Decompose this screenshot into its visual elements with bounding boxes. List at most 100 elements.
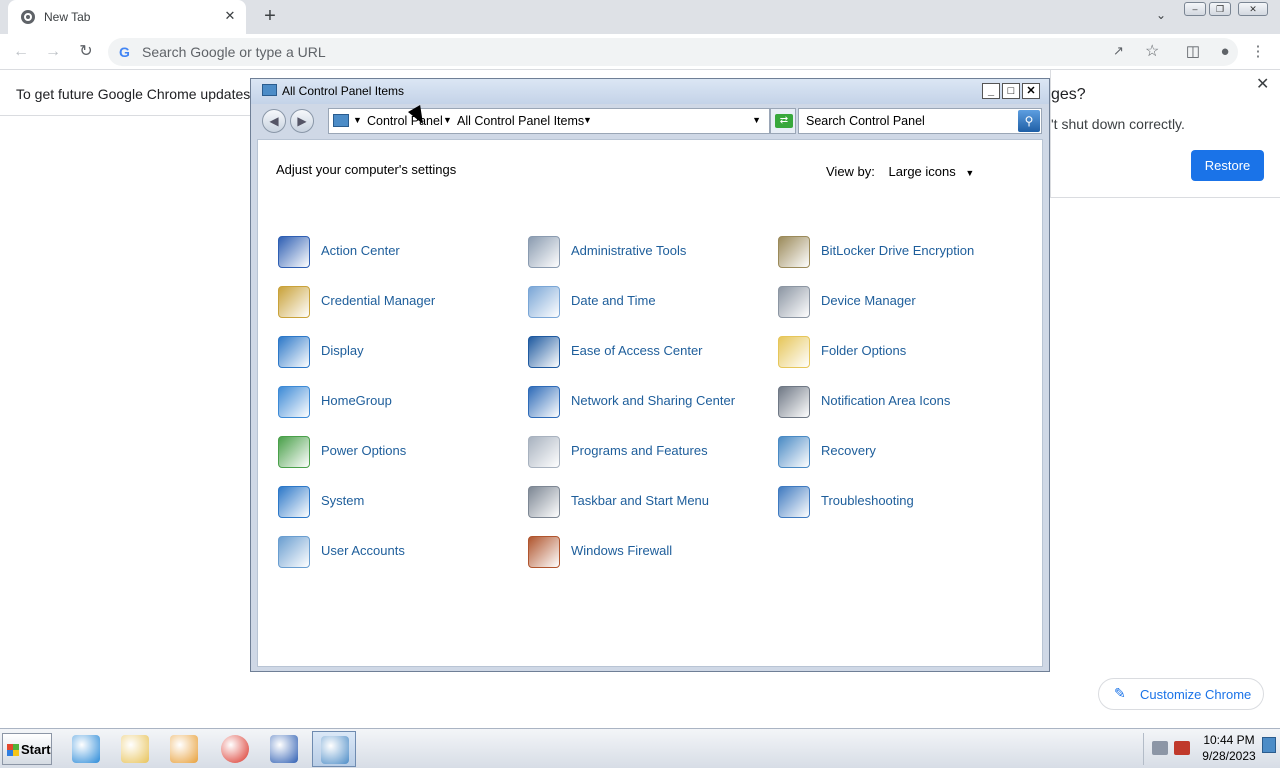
cp-item[interactable]: Recovery — [778, 432, 1018, 472]
browser-toolbar: ← → ↻ G Search Google or type a URL ↗ ☆ … — [0, 34, 1280, 70]
cp-forward-icon[interactable]: ▶ — [290, 109, 314, 133]
cp-item[interactable]: Credential Manager — [278, 282, 518, 322]
history-dropdown-icon[interactable]: ▼ — [752, 115, 761, 125]
control-panel-title-icon — [262, 84, 277, 96]
window-title: All Control Panel Items — [282, 84, 405, 98]
start-button[interactable]: Start — [2, 733, 52, 765]
cp-item-label: Ease of Access Center — [571, 343, 703, 358]
restore-window-button[interactable]: ❐ — [1209, 2, 1231, 16]
close-window-button[interactable]: ✕ — [1238, 2, 1268, 16]
customize-chrome-label: Customize Chrome — [1140, 687, 1252, 702]
tray-clock[interactable]: 10:44 PM 9/28/2023 — [1196, 732, 1262, 764]
control-panel-content: Adjust your computer's settings View by:… — [257, 139, 1043, 667]
control-panel-icon — [321, 736, 349, 764]
taskbar-app-button[interactable] — [64, 731, 108, 767]
cp-item-label: Credential Manager — [321, 293, 436, 308]
reload-icon[interactable]: ↻ — [75, 41, 97, 63]
cp-item[interactable]: Display — [278, 332, 518, 372]
cp-item[interactable]: Date and Time — [528, 282, 768, 322]
breadcrumb[interactable]: ▼ Control Panel ▼ All Control Panel Item… — [328, 108, 770, 134]
pencil-icon: ✎ — [1114, 685, 1126, 701]
show-desktop-button[interactable] — [1262, 737, 1276, 753]
crumb-chevron-icon[interactable]: ▼ — [583, 115, 592, 125]
cp-item[interactable]: Device Manager — [778, 282, 1018, 322]
bookmark-star-icon[interactable]: ☆ — [1145, 41, 1159, 61]
side-panel-icon[interactable]: ◫ — [1183, 42, 1203, 62]
tab-new-tab[interactable]: New Tab ✕ — [8, 0, 246, 34]
minimize-button[interactable]: – — [1184, 2, 1206, 16]
crumb-chevron-icon[interactable]: ▼ — [353, 115, 362, 125]
cp-item[interactable]: Ease of Access Center — [528, 332, 768, 372]
taskbar-app-button[interactable] — [162, 731, 206, 767]
forward-arrow-icon[interactable]: → — [42, 41, 64, 63]
cp-minimize-button[interactable]: _ — [982, 83, 1000, 99]
cp-item-label: Network and Sharing Center — [571, 393, 736, 408]
cp-back-icon[interactable]: ◀ — [262, 109, 286, 133]
menu-kebab-icon[interactable]: ⋮ — [1248, 42, 1268, 62]
taskbar-app-button[interactable] — [213, 731, 257, 767]
ease-of-access-icon — [528, 336, 560, 368]
display-icon — [278, 336, 310, 368]
search-control-panel-input[interactable]: Search Control Panel ⚲ — [798, 108, 1042, 134]
cp-item-label: Display — [321, 343, 364, 358]
cp-item[interactable]: Power Options — [278, 432, 518, 472]
bitlocker-icon — [778, 236, 810, 268]
restore-close-icon[interactable]: ✕ — [1256, 74, 1269, 94]
device-manager-icon — [778, 286, 810, 318]
share-icon[interactable]: ↗ — [1113, 43, 1124, 59]
network-tray-icon[interactable] — [1152, 741, 1168, 755]
restore-message: 't shut down correctly. — [1051, 116, 1185, 132]
tab-title: New Tab — [44, 10, 91, 24]
cp-item[interactable]: BitLocker Drive Encryption — [778, 232, 1018, 272]
folder-options-icon — [778, 336, 810, 368]
cp-item[interactable]: Folder Options — [778, 332, 1018, 372]
nav-buttons: ◀ ▶ — [262, 109, 318, 133]
cp-item[interactable]: Administrative Tools — [528, 232, 768, 272]
troubleshooting-icon — [778, 486, 810, 518]
customize-chrome-button[interactable]: ✎ Customize Chrome — [1098, 678, 1264, 710]
back-arrow-icon[interactable]: ← — [10, 41, 32, 63]
view-by-selector[interactable]: View by: Large icons ▼ — [826, 164, 974, 179]
tab-strip: New Tab ✕ + ⌄ – ❐ ✕ — [0, 0, 1280, 34]
tab-search-chevron-icon[interactable]: ⌄ — [1152, 8, 1170, 26]
cp-item[interactable]: Troubleshooting — [778, 482, 1018, 522]
profile-icon[interactable]: ● — [1215, 42, 1235, 62]
power-options-icon — [278, 436, 310, 468]
cp-item[interactable]: Notification Area Icons — [778, 382, 1018, 422]
volume-muted-icon[interactable] — [1174, 741, 1190, 755]
restore-pages-bubble: ges? 't shut down correctly. ✕ Restore — [1050, 70, 1280, 198]
internet-explorer-icon — [72, 735, 100, 763]
taskbar-app-button[interactable] — [312, 731, 356, 767]
cp-close-button[interactable]: ✕ — [1022, 83, 1040, 99]
administrative-tools-icon — [528, 236, 560, 268]
cp-maximize-button[interactable]: □ — [1002, 83, 1020, 99]
cp-item[interactable]: Network and Sharing Center — [528, 382, 768, 422]
search-placeholder: Search Control Panel — [806, 114, 925, 128]
crumb-chevron-icon[interactable]: ▼ — [443, 115, 452, 125]
breadcrumb-control-panel[interactable]: Control Panel — [367, 114, 443, 128]
new-tab-button[interactable]: + — [259, 6, 281, 28]
window-titlebar[interactable]: All Control Panel Items _ □ ✕ — [251, 79, 1049, 104]
refresh-button[interactable]: ⇄ — [770, 108, 796, 134]
view-by-dropdown-icon[interactable]: ▼ — [965, 168, 974, 178]
tab-close-icon[interactable]: ✕ — [222, 8, 238, 24]
cp-item[interactable]: User Accounts — [278, 532, 518, 572]
view-by-value[interactable]: Large icons — [889, 164, 956, 179]
cp-item-label: BitLocker Drive Encryption — [821, 243, 975, 258]
cp-item[interactable]: Programs and Features — [528, 432, 768, 472]
search-icon[interactable]: ⚲ — [1018, 110, 1040, 132]
cp-item-label: Programs and Features — [571, 443, 708, 458]
taskbar-app-button[interactable] — [262, 731, 306, 767]
cp-item-label: Troubleshooting — [821, 493, 914, 508]
cp-item-label: Administrative Tools — [571, 243, 687, 258]
cp-item[interactable]: Action Center — [278, 232, 518, 272]
breadcrumb-all-items[interactable]: All Control Panel Items — [457, 114, 584, 128]
restore-button[interactable]: Restore — [1191, 150, 1264, 181]
infobar-text: To get future Google Chrome updates, yo — [16, 86, 273, 102]
omnibox[interactable]: G Search Google or type a URL ↗ ☆ — [108, 38, 1238, 66]
taskbar-app-button[interactable] — [113, 731, 157, 767]
cp-item[interactable]: System — [278, 482, 518, 522]
cp-item[interactable]: Windows Firewall — [528, 532, 768, 572]
cp-item[interactable]: HomeGroup — [278, 382, 518, 422]
cp-item[interactable]: Taskbar and Start Menu — [528, 482, 768, 522]
